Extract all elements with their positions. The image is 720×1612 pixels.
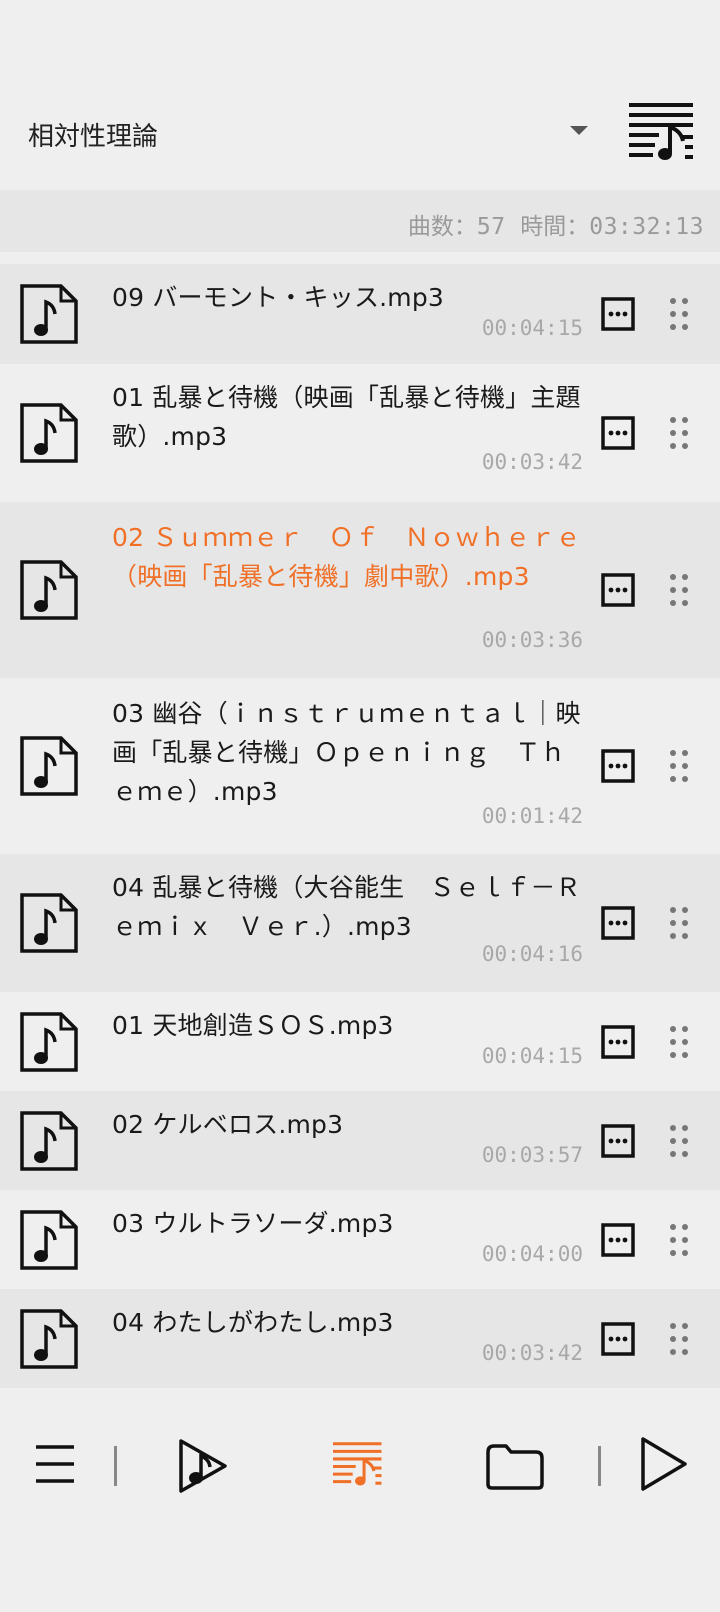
track-duration: 00:04:16 [481, 942, 583, 966]
bottom-navigation [0, 1410, 720, 1530]
track-row-active[interactable]: 02 Ｓｕｍｍｅｒ Ｏｆ Ｎｏｗｈｅｒｅ（映画「乱暴と待機」劇中歌）.mp3 0… [0, 502, 720, 678]
track-duration: 00:03:57 [481, 1143, 583, 1167]
more-options-icon[interactable] [601, 1223, 635, 1257]
track-title: 01 乱暴と待機（映画「乱暴と待機」主題歌）.mp3 [112, 383, 581, 451]
drag-handle-icon[interactable] [668, 1321, 690, 1357]
track-row[interactable]: 04 乱暴と待機（大谷能生 Ｓｅｌｆ－Ｒｅｍｉｘ Ｖｅｒ.）.mp3 00:04… [0, 854, 720, 992]
track-list: 09 バーモント・キッス.mp3 00:04:15 01 乱暴と待機（映画「乱暴… [0, 264, 720, 1388]
track-title: 01 天地創造ＳＯＳ.mp3 [112, 1011, 394, 1040]
playlist-icon[interactable] [629, 101, 695, 165]
track-duration: 00:04:15 [481, 316, 583, 340]
track-duration: 00:03:42 [481, 1341, 583, 1365]
chevron-down-icon[interactable] [570, 126, 588, 135]
more-options-icon[interactable] [601, 1124, 635, 1158]
drag-handle-icon[interactable] [668, 905, 690, 941]
track-row[interactable]: 01 乱暴と待機（映画「乱暴と待機」主題歌）.mp3 00:03:42 [0, 364, 720, 502]
track-title: 04 わたしがわたし.mp3 [112, 1308, 394, 1337]
track-duration: 00:03:36 [481, 628, 583, 652]
track-title: 02 Ｓｕｍｍｅｒ Ｏｆ Ｎｏｗｈｅｒｅ（映画「乱暴と待機」劇中歌）.mp3 [112, 523, 581, 591]
track-title: 03 ウルトラソーダ.mp3 [112, 1209, 394, 1238]
drag-handle-icon[interactable] [668, 296, 690, 332]
track-count-value: 57 [476, 214, 506, 240]
track-duration: 00:03:42 [481, 450, 583, 474]
music-file-icon [20, 1111, 78, 1171]
track-title: 03 幽谷（ｉｎｓｔｒｕｍｅｎｔａｌ｜映画「乱暴と待機」Ｏｐｅｎｉｎｇ Ｔｈｅｍ… [112, 699, 581, 806]
track-row[interactable]: 01 天地創造ＳＯＳ.mp3 00:04:15 [0, 992, 720, 1091]
drag-handle-icon[interactable] [668, 572, 690, 608]
track-row[interactable]: 02 ケルベロス.mp3 00:03:57 [0, 1091, 720, 1190]
music-file-icon [20, 284, 78, 344]
playlist-name-selector[interactable]: 相対性理論 [28, 116, 158, 153]
music-play-icon[interactable] [178, 1438, 228, 1494]
more-options-icon[interactable] [601, 416, 635, 450]
drag-handle-icon[interactable] [668, 748, 690, 784]
folder-icon[interactable] [486, 1442, 544, 1490]
drag-handle-icon[interactable] [668, 1024, 690, 1060]
playlist-icon-active[interactable] [333, 1438, 383, 1492]
track-duration: 00:01:42 [481, 804, 583, 828]
music-file-icon [20, 736, 78, 796]
drag-handle-icon[interactable] [668, 1222, 690, 1258]
track-row[interactable]: 09 バーモント・キッス.mp3 00:04:15 [0, 264, 720, 364]
total-time-value: 03:32:13 [589, 214, 704, 240]
nav-divider [114, 1446, 117, 1486]
header: 相対性理論 [0, 96, 720, 176]
track-duration: 00:04:15 [481, 1044, 583, 1068]
total-time-label: 時間： [520, 214, 590, 240]
more-options-icon[interactable] [601, 297, 635, 331]
more-options-icon[interactable] [601, 1025, 635, 1059]
drag-handle-icon[interactable] [668, 1123, 690, 1159]
track-title: 09 バーモント・キッス.mp3 [112, 283, 445, 312]
playlist-summary: 曲数：57 時間：03:32:13 [0, 190, 720, 252]
more-options-icon[interactable] [601, 906, 635, 940]
music-file-icon [20, 403, 78, 463]
music-file-icon [20, 1012, 78, 1072]
nav-divider [598, 1446, 601, 1486]
more-options-icon[interactable] [601, 749, 635, 783]
track-count-label: 曲数： [407, 214, 477, 240]
track-title: 04 乱暴と待機（大谷能生 Ｓｅｌｆ－Ｒｅｍｉｘ Ｖｅｒ.）.mp3 [112, 873, 581, 941]
music-file-icon [20, 560, 78, 620]
more-options-icon[interactable] [601, 1322, 635, 1356]
music-file-icon [20, 1210, 78, 1270]
track-title: 02 ケルベロス.mp3 [112, 1110, 344, 1139]
track-row[interactable]: 04 わたしがわたし.mp3 00:03:42 [0, 1289, 720, 1388]
track-duration: 00:04:00 [481, 1242, 583, 1266]
track-row[interactable]: 03 ウルトラソーダ.mp3 00:04:00 [0, 1190, 720, 1289]
summary-text: 曲数：57 時間：03:32:13 [408, 207, 704, 241]
track-row[interactable]: 03 幽谷（ｉｎｓｔｒｕｍｅｎｔａｌ｜映画「乱暴と待機」Ｏｐｅｎｉｎｇ Ｔｈｅｍ… [0, 678, 720, 854]
more-options-icon[interactable] [601, 573, 635, 607]
menu-icon[interactable] [36, 1444, 74, 1484]
drag-handle-icon[interactable] [668, 415, 690, 451]
music-file-icon [20, 893, 78, 953]
play-icon[interactable] [640, 1436, 688, 1492]
music-file-icon [20, 1309, 78, 1369]
